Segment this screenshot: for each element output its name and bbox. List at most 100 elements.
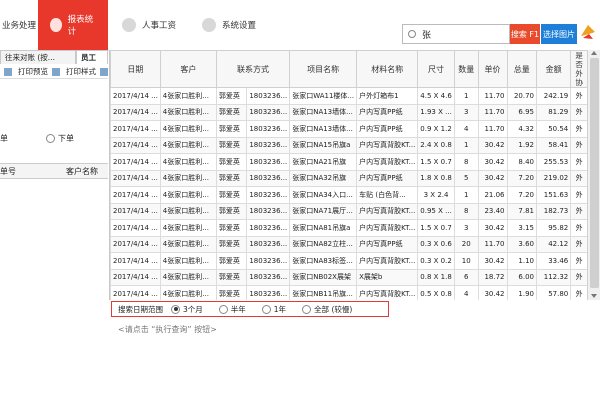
table-row[interactable]: 2017/4/14 ... 4张家口胜利... 郭爱英 1803236... 张家口NA…	[110, 169, 588, 187]
table-cell: 1.93 X ...	[417, 103, 455, 121]
search-icon	[408, 30, 416, 38]
table-cell: 张家口NA13墙体...	[289, 103, 358, 121]
table-cell: 外	[570, 235, 588, 253]
table-row[interactable]: 2017/4/14 ... 4张家口胜利... 郭爱英 1803236... 张家口NA…	[110, 153, 588, 171]
table-cell: 2017/4/14 ...	[110, 285, 161, 300]
radio-selected-icon	[171, 304, 180, 314]
tab-reconciliation[interactable]: 往来对账 (按...	[0, 50, 76, 64]
scroll-down-icon[interactable]	[591, 294, 597, 298]
select-image-button[interactable]: 选择图片	[541, 24, 577, 44]
table-cell: 2017/4/14 ...	[110, 252, 161, 270]
table-cell: 4张家口胜利...	[159, 120, 217, 138]
table-cell: 4张家口胜利...	[159, 285, 217, 300]
col-contact[interactable]: 联系方式	[215, 50, 291, 88]
lower-order-label: 下单	[58, 134, 74, 143]
scrollbar-thumb[interactable]	[590, 58, 599, 288]
col-date[interactable]: 日期	[110, 50, 161, 88]
col-customer[interactable]: 客户	[159, 50, 217, 88]
table-cell: 4张家口胜利...	[159, 103, 217, 121]
radio-icon	[218, 304, 228, 314]
order-no-header: 单号	[0, 167, 16, 176]
table-cell: 郭爱英	[215, 120, 248, 138]
menu-hr-label: 人事工资	[141, 21, 176, 31]
bird-logo-icon[interactable]	[579, 22, 597, 42]
tab-employee[interactable]: 员工	[76, 50, 108, 64]
table-row[interactable]: 2017/4/14 ... 4张家口胜利... 郭爱英 1803236... 张家口NB…	[110, 285, 588, 300]
table-row[interactable]: 2017/4/14 ... 4张家口胜利... 郭爱英 1803236... 张家口NA…	[110, 219, 588, 237]
left-table-header: 单号 客户名称	[0, 163, 108, 179]
table-cell: 1	[453, 186, 479, 204]
table-cell: 242.19	[535, 87, 572, 105]
table-cell: 8	[453, 153, 479, 171]
table-cell: 郭爱英	[215, 235, 248, 253]
table-cell: 5	[453, 169, 479, 187]
col-material[interactable]: 材料名称	[356, 50, 419, 88]
col-outsourced[interactable]: 是否外协	[570, 50, 588, 88]
menu-reports[interactable]: 报表统计	[38, 0, 108, 50]
tab-employee-label: 员工	[81, 53, 96, 62]
table-cell: 户内写真背胶KT...	[356, 153, 419, 171]
table-cell: 4.32	[506, 120, 538, 138]
table-row[interactable]: 2017/4/14 ... 4张家口胜利... 郭爱英 1803236... 张家口NA…	[110, 120, 588, 138]
search-button[interactable]: 搜索 F1	[510, 24, 540, 44]
table-cell: 郭爱英	[215, 219, 248, 237]
print-icon	[4, 67, 12, 76]
table-cell: 4张家口胜利...	[159, 219, 217, 237]
col-size[interactable]: 尺寸	[417, 50, 455, 88]
table-row[interactable]: 2017/4/14 ... 4张家口胜利... 郭爱英 1803236... 张家口NA…	[110, 252, 588, 270]
range-half-year[interactable]: 半年	[218, 304, 246, 315]
table-row[interactable]: 2017/4/14 ... 4张家口胜利... 郭爱英 1803236... 张家口NB…	[110, 268, 588, 286]
table-cell: 张家口NB02X展架	[289, 268, 358, 286]
col-amount[interactable]: 金额	[535, 50, 572, 88]
left-panel	[0, 50, 108, 400]
range-1-year[interactable]: 1年	[261, 304, 286, 315]
table-cell: 1803236...	[246, 285, 291, 300]
table-row[interactable]: 2017/4/14 ... 4张家口胜利... 郭爱英 1803236... 张家口NA…	[110, 186, 588, 204]
menu-business[interactable]: 业务处理	[0, 0, 38, 50]
table-cell: 11.70	[477, 235, 508, 253]
search-input[interactable]: 张	[402, 24, 510, 44]
table-cell: 1803236...	[246, 136, 291, 154]
print-preview-button[interactable]: 打印预览	[4, 66, 48, 77]
table-cell: 户内写真PP纸	[356, 235, 419, 253]
table-row[interactable]: 2017/4/14 ... 4张家口胜利... 郭爱英 1803236... 张家口WA…	[110, 87, 588, 105]
table-row[interactable]: 2017/4/14 ... 4张家口胜利... 郭爱英 1803236... 张家口NA…	[110, 202, 588, 220]
range-all[interactable]: 全部 (较慢)	[302, 304, 352, 315]
table-cell: 外	[570, 87, 588, 105]
table-cell: 11.70	[477, 87, 508, 105]
lower-order-radio[interactable]: 下单	[46, 133, 74, 144]
col-project[interactable]: 项目名称	[289, 50, 358, 88]
range-3-months[interactable]: 3个月	[171, 304, 203, 315]
table-cell: 郭爱英	[215, 103, 248, 121]
table-cell: 42.12	[535, 235, 572, 253]
menu-business-label: 业务处理	[2, 21, 37, 31]
menu-hr[interactable]: 人事工资	[108, 0, 190, 50]
table-cell: 外	[570, 285, 588, 300]
range-all-label: 全部 (较慢)	[314, 304, 353, 314]
table-cell: 0.8 X 1.8	[417, 268, 455, 286]
grid-vertical-scrollbar[interactable]	[587, 50, 600, 300]
left-tabs: 往来对账 (按... 员工	[0, 50, 108, 64]
table-cell: 2017/4/14 ...	[110, 120, 161, 138]
table-cell: 1803236...	[246, 268, 291, 286]
table-cell: 张家口NA71展厅...	[289, 202, 358, 220]
table-cell: 182.73	[535, 202, 572, 220]
col-qty[interactable]: 数量	[453, 50, 479, 88]
table-cell: 1803236...	[246, 186, 291, 204]
table-row[interactable]: 2017/4/14 ... 4张家口胜利... 郭爱英 1803236... 张家口NA…	[110, 235, 588, 253]
table-cell: 郭爱英	[215, 87, 248, 105]
report-table: 日期 客户 联系方式 项目名称 材料名称 尺寸 数量 单价 总量 金额 是否外协…	[110, 50, 588, 300]
table-row[interactable]: 2017/4/14 ... 4张家口胜利... 郭爱英 1803236... 张家口NA…	[110, 103, 588, 121]
table-row[interactable]: 2017/4/14 ... 4张家口胜利... 郭爱英 1803236... 张家口NA…	[110, 136, 588, 154]
print-style-button[interactable]: 打印样式	[52, 66, 96, 77]
table-cell: 4张家口胜利...	[159, 235, 217, 253]
menu-settings[interactable]: 系统设置	[190, 0, 270, 50]
col-total[interactable]: 总量	[506, 50, 538, 88]
scroll-up-icon[interactable]	[591, 51, 597, 55]
menu-reports-label: 报表统计	[67, 15, 94, 37]
table-cell: 30.42	[477, 252, 508, 270]
tab-reconciliation-label: 往来对账 (按...	[5, 53, 55, 62]
table-cell: 张家口NA34入口...	[289, 186, 358, 204]
table-cell: 外	[570, 186, 588, 204]
col-price[interactable]: 单价	[477, 50, 508, 88]
